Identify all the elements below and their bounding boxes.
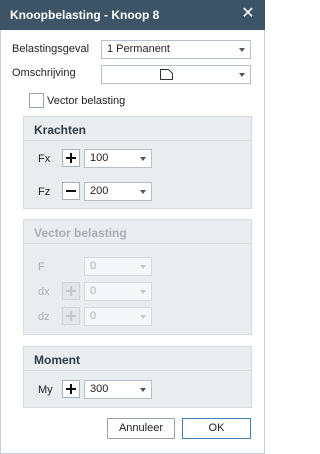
fx-label: Fx	[38, 153, 51, 165]
moment-header: Moment	[24, 347, 251, 371]
vector-belasting-group: Vector belasting F 0 dx 0 dz 0	[23, 219, 252, 335]
chevron-down-icon	[140, 190, 146, 194]
chevron-down-icon	[239, 73, 245, 77]
moment-title: Moment	[34, 353, 80, 367]
fz-value: 200	[90, 185, 109, 197]
cancel-button[interactable]: Annuleer	[107, 418, 175, 439]
krachten-title: Krachten	[34, 123, 87, 137]
fx-input[interactable]: 100	[84, 149, 152, 168]
chevron-down-icon	[140, 290, 146, 294]
chevron-down-icon	[140, 315, 146, 319]
my-input[interactable]: 300	[84, 380, 152, 399]
omschrijving-label: Omschrijving	[12, 67, 76, 79]
window-title: Knoopbelasting - Knoop 8	[10, 8, 160, 22]
my-value: 300	[90, 383, 109, 395]
belastingsgeval-value: 1 Permanent	[107, 43, 170, 55]
dialog-content: Belastingsgeval 1 Permanent Omschrijving…	[0, 30, 265, 454]
vector-belasting-checkbox[interactable]	[29, 93, 44, 108]
omschrijving-select[interactable]	[101, 65, 251, 84]
dz-input[interactable]: 0	[84, 307, 152, 326]
my-sign-toggle[interactable]	[62, 380, 80, 398]
fz-sign-toggle[interactable]	[62, 182, 80, 200]
chevron-down-icon	[140, 265, 146, 269]
dz-value: 0	[90, 310, 97, 322]
krachten-header: Krachten	[24, 117, 251, 141]
chevron-down-icon	[239, 48, 245, 52]
f-label: F	[38, 261, 45, 273]
vector-belasting-title: Vector belasting	[34, 226, 127, 240]
dz-label: dz	[38, 311, 50, 323]
vector-belasting-checkbox-label: Vector belasting	[47, 95, 126, 107]
minus-icon	[66, 190, 76, 192]
moment-group: Moment My 300	[23, 346, 252, 408]
belastingsgeval-select[interactable]: 1 Permanent	[101, 40, 251, 59]
document-icon	[160, 69, 173, 80]
fx-sign-toggle[interactable]	[62, 149, 80, 167]
title-bar: Knoopbelasting - Knoop 8 ✕	[0, 0, 265, 30]
vector-belasting-header: Vector belasting	[24, 220, 251, 244]
chevron-down-icon	[140, 388, 146, 392]
f-input[interactable]: 0	[84, 257, 152, 276]
fx-value: 100	[90, 152, 109, 164]
fz-input[interactable]: 200	[84, 182, 152, 201]
dx-label: dx	[38, 286, 50, 298]
chevron-down-icon	[140, 157, 146, 161]
fz-label: Fz	[38, 186, 51, 198]
my-label: My	[38, 384, 53, 396]
ok-button[interactable]: OK	[182, 418, 251, 439]
belastingsgeval-label: Belastingsgeval	[12, 43, 90, 55]
close-icon[interactable]: ✕	[239, 4, 257, 24]
dx-value: 0	[90, 285, 97, 297]
f-value: 0	[90, 260, 97, 272]
dx-sign-toggle[interactable]	[62, 282, 80, 300]
krachten-group: Krachten Fx 100 Fz 200	[23, 116, 252, 209]
dz-sign-toggle[interactable]	[62, 307, 80, 325]
dx-input[interactable]: 0	[84, 282, 152, 301]
